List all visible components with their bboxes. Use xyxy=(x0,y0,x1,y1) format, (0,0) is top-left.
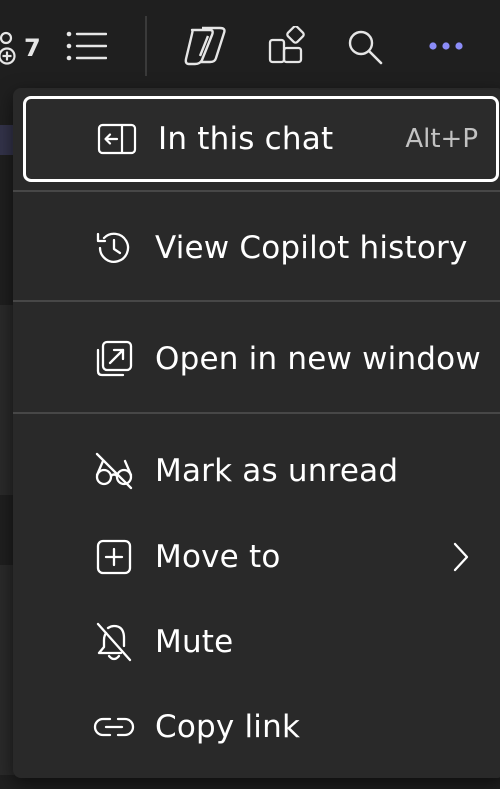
copilot-button[interactable] xyxy=(182,24,230,68)
open-window-icon xyxy=(93,338,135,380)
menu-item-label: Open in new window xyxy=(155,341,481,377)
menu-item-label: Mute xyxy=(155,624,234,660)
background-pane xyxy=(0,565,14,775)
search-icon xyxy=(346,28,384,66)
participants-count: 7 xyxy=(24,34,41,62)
menu-item-mute[interactable]: Mute xyxy=(13,600,500,684)
menu-item-in-this-chat[interactable]: In this chat Alt+P xyxy=(23,96,499,182)
list-icon xyxy=(65,30,107,62)
background-pane xyxy=(0,305,14,495)
menu-item-label: Copy link xyxy=(155,709,301,745)
panel-left-icon xyxy=(96,118,138,160)
eye-off-icon xyxy=(93,450,135,492)
participants-button[interactable]: 7 xyxy=(0,28,48,68)
shortcut-hint: Alt+P xyxy=(405,124,478,154)
add-square-icon xyxy=(93,536,135,578)
apps-icon xyxy=(267,26,307,66)
background-pane xyxy=(0,125,14,155)
menu-item-label: In this chat xyxy=(158,121,334,157)
history-icon xyxy=(93,227,135,269)
chevron-right-icon xyxy=(450,541,472,573)
menu-separator xyxy=(13,412,500,414)
more-options-button[interactable] xyxy=(426,38,466,54)
list-button[interactable] xyxy=(64,28,108,64)
chat-header-toolbar: 7 xyxy=(0,0,500,90)
copilot-icon xyxy=(182,24,230,68)
people-add-icon xyxy=(0,30,18,66)
link-icon xyxy=(93,706,135,748)
menu-separator xyxy=(13,190,500,192)
search-button[interactable] xyxy=(346,28,384,66)
menu-item-label: Mark as unread xyxy=(155,453,399,489)
menu-item-mark-as-unread[interactable]: Mark as unread xyxy=(13,428,500,514)
bell-off-icon xyxy=(93,621,135,663)
menu-item-label: Move to xyxy=(155,539,281,575)
menu-item-open-in-new-window[interactable]: Open in new window xyxy=(13,306,500,412)
menu-item-view-copilot-history[interactable]: View Copilot history xyxy=(13,196,500,300)
menu-item-copy-link[interactable]: Copy link xyxy=(13,684,500,770)
more-options-menu: In this chat Alt+P View Copilot history … xyxy=(13,88,500,778)
menu-item-label: View Copilot history xyxy=(155,230,468,266)
menu-separator xyxy=(13,300,500,302)
menu-item-move-to[interactable]: Move to xyxy=(13,514,500,600)
apps-button[interactable] xyxy=(266,26,308,66)
toolbar-divider xyxy=(145,16,147,76)
more-icon xyxy=(428,41,464,51)
